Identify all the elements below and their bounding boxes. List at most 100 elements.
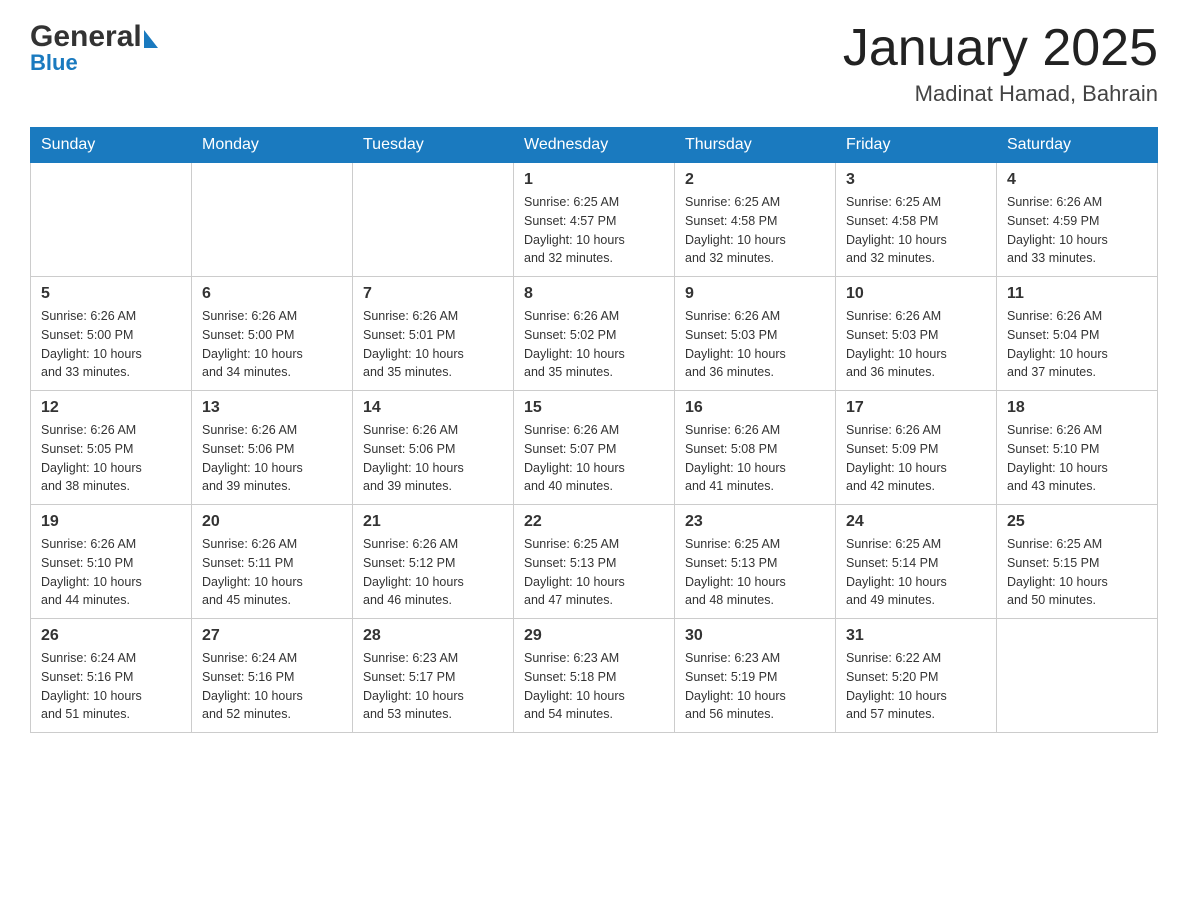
calendar-cell: 14Sunrise: 6:26 AMSunset: 5:06 PMDayligh… — [353, 391, 514, 505]
header-thursday: Thursday — [675, 128, 836, 163]
calendar-cell: 24 Sunrise: 6:25 AMSunset: 5:14 PMDayligh… — [836, 505, 997, 619]
day-number: 30 — [685, 627, 825, 645]
day-number: 18 — [1007, 399, 1147, 417]
calendar-cell: 9 Sunrise: 6:26 AMSunset: 5:03 PMDaylight… — [675, 277, 836, 391]
header-saturday: Saturday — [997, 128, 1158, 163]
logo: General Blue — [30, 20, 158, 76]
header-friday: Friday — [836, 128, 997, 163]
calendar-cell: 30Sunrise: 6:23 AMSunset: 5:19 PMDayligh… — [675, 619, 836, 733]
logo-blue-text: Blue — [30, 50, 78, 76]
header-wednesday: Wednesday — [514, 128, 675, 163]
calendar-cell: 19 Sunrise: 6:26 AMSunset: 5:10 PMDayligh… — [31, 505, 192, 619]
day-info: Sunrise: 6:23 AMSunset: 5:17 PMDaylight:… — [363, 649, 503, 724]
day-info: Sunrise: 6:26 AMSunset: 5:10 PMDaylight:… — [1007, 421, 1147, 496]
calendar-cell: 3 Sunrise: 6:25 AMSunset: 4:58 PMDaylight… — [836, 163, 997, 277]
day-number: 9 — [685, 285, 825, 303]
calendar-cell — [353, 163, 514, 277]
day-number: 7 — [363, 285, 503, 303]
day-number: 24 — [846, 513, 986, 531]
calendar-week-1: 1 Sunrise: 6:25 AMSunset: 4:57 PMDaylight… — [31, 163, 1158, 277]
logo-general-text: General — [30, 20, 142, 54]
calendar-cell — [192, 163, 353, 277]
calendar-cell: 26Sunrise: 6:24 AMSunset: 5:16 PMDayligh… — [31, 619, 192, 733]
header-tuesday: Tuesday — [353, 128, 514, 163]
calendar-cell: 16Sunrise: 6:26 AMSunset: 5:08 PMDayligh… — [675, 391, 836, 505]
day-number: 2 — [685, 171, 825, 189]
day-number: 19 — [41, 513, 181, 531]
calendar-week-3: 12 Sunrise: 6:26 AMSunset: 5:05 PMDayligh… — [31, 391, 1158, 505]
day-number: 23 — [685, 513, 825, 531]
day-number: 4 — [1007, 171, 1147, 189]
day-number: 8 — [524, 285, 664, 303]
day-info: Sunrise: 6:26 AMSunset: 5:04 PMDaylight:… — [1007, 307, 1147, 382]
day-info: Sunrise: 6:24 AMSunset: 5:16 PMDaylight:… — [41, 649, 181, 724]
title-section: January 2025 Madinat Hamad, Bahrain — [843, 20, 1158, 107]
header-sunday: Sunday — [31, 128, 192, 163]
calendar-week-4: 19 Sunrise: 6:26 AMSunset: 5:10 PMDayligh… — [31, 505, 1158, 619]
day-info: Sunrise: 6:26 AMSunset: 5:12 PMDaylight:… — [363, 535, 503, 610]
calendar-cell: 12 Sunrise: 6:26 AMSunset: 5:05 PMDayligh… — [31, 391, 192, 505]
day-info: Sunrise: 6:26 AMSunset: 5:09 PMDaylight:… — [846, 421, 986, 496]
location-title: Madinat Hamad, Bahrain — [843, 81, 1158, 107]
calendar-cell: 23 Sunrise: 6:25 AMSunset: 5:13 PMDayligh… — [675, 505, 836, 619]
day-number: 6 — [202, 285, 342, 303]
day-number: 5 — [41, 285, 181, 303]
day-info: Sunrise: 6:26 AMSunset: 5:10 PMDaylight:… — [41, 535, 181, 610]
day-number: 12 — [41, 399, 181, 417]
calendar-cell: 17 Sunrise: 6:26 AMSunset: 5:09 PMDayligh… — [836, 391, 997, 505]
day-info: Sunrise: 6:24 AMSunset: 5:16 PMDaylight:… — [202, 649, 342, 724]
day-info: Sunrise: 6:25 AMSunset: 5:14 PMDaylight:… — [846, 535, 986, 610]
day-info: Sunrise: 6:25 AMSunset: 5:13 PMDaylight:… — [524, 535, 664, 610]
day-number: 25 — [1007, 513, 1147, 531]
day-number: 21 — [363, 513, 503, 531]
month-title: January 2025 — [843, 20, 1158, 77]
calendar-cell: 20 Sunrise: 6:26 AMSunset: 5:11 PMDayligh… — [192, 505, 353, 619]
calendar-cell: 15 Sunrise: 6:26 AMSunset: 5:07 PMDayligh… — [514, 391, 675, 505]
day-info: Sunrise: 6:26 AMSunset: 5:00 PMDaylight:… — [202, 307, 342, 382]
day-number: 16 — [685, 399, 825, 417]
calendar-cell: 8 Sunrise: 6:26 AMSunset: 5:02 PMDaylight… — [514, 277, 675, 391]
day-number: 27 — [202, 627, 342, 645]
calendar-cell — [997, 619, 1158, 733]
day-info: Sunrise: 6:25 AMSunset: 4:57 PMDaylight:… — [524, 193, 664, 268]
day-info: Sunrise: 6:26 AMSunset: 5:05 PMDaylight:… — [41, 421, 181, 496]
header-monday: Monday — [192, 128, 353, 163]
calendar-cell: 13Sunrise: 6:26 AMSunset: 5:06 PMDayligh… — [192, 391, 353, 505]
calendar-cell: 18 Sunrise: 6:26 AMSunset: 5:10 PMDayligh… — [997, 391, 1158, 505]
day-number: 17 — [846, 399, 986, 417]
day-number: 1 — [524, 171, 664, 189]
calendar-cell: 29 Sunrise: 6:23 AMSunset: 5:18 PMDayligh… — [514, 619, 675, 733]
day-info: Sunrise: 6:26 AMSunset: 5:07 PMDaylight:… — [524, 421, 664, 496]
calendar-cell: 25 Sunrise: 6:25 AMSunset: 5:15 PMDayligh… — [997, 505, 1158, 619]
calendar-cell: 10 Sunrise: 6:26 AMSunset: 5:03 PMDayligh… — [836, 277, 997, 391]
day-info: Sunrise: 6:26 AMSunset: 5:06 PMDaylight:… — [202, 421, 342, 496]
calendar-cell: 6 Sunrise: 6:26 AMSunset: 5:00 PMDaylight… — [192, 277, 353, 391]
day-number: 22 — [524, 513, 664, 531]
calendar-header-row: SundayMondayTuesdayWednesdayThursdayFrid… — [31, 128, 1158, 163]
logo-arrow-icon — [144, 30, 158, 48]
day-number: 15 — [524, 399, 664, 417]
day-number: 29 — [524, 627, 664, 645]
day-number: 10 — [846, 285, 986, 303]
day-info: Sunrise: 6:26 AMSunset: 4:59 PMDaylight:… — [1007, 193, 1147, 268]
calendar-cell: 28 Sunrise: 6:23 AMSunset: 5:17 PMDayligh… — [353, 619, 514, 733]
day-number: 3 — [846, 171, 986, 189]
day-number: 20 — [202, 513, 342, 531]
day-info: Sunrise: 6:26 AMSunset: 5:00 PMDaylight:… — [41, 307, 181, 382]
day-info: Sunrise: 6:25 AMSunset: 5:15 PMDaylight:… — [1007, 535, 1147, 610]
day-info: Sunrise: 6:26 AMSunset: 5:11 PMDaylight:… — [202, 535, 342, 610]
calendar-week-2: 5 Sunrise: 6:26 AMSunset: 5:00 PMDaylight… — [31, 277, 1158, 391]
calendar-cell: 11 Sunrise: 6:26 AMSunset: 5:04 PMDayligh… — [997, 277, 1158, 391]
day-number: 31 — [846, 627, 986, 645]
day-number: 28 — [363, 627, 503, 645]
day-info: Sunrise: 6:26 AMSunset: 5:03 PMDaylight:… — [846, 307, 986, 382]
day-info: Sunrise: 6:26 AMSunset: 5:02 PMDaylight:… — [524, 307, 664, 382]
calendar-cell — [31, 163, 192, 277]
day-number: 11 — [1007, 285, 1147, 303]
day-info: Sunrise: 6:23 AMSunset: 5:18 PMDaylight:… — [524, 649, 664, 724]
calendar-cell: 1 Sunrise: 6:25 AMSunset: 4:57 PMDaylight… — [514, 163, 675, 277]
day-info: Sunrise: 6:25 AMSunset: 4:58 PMDaylight:… — [846, 193, 986, 268]
day-info: Sunrise: 6:26 AMSunset: 5:03 PMDaylight:… — [685, 307, 825, 382]
day-info: Sunrise: 6:25 AMSunset: 5:13 PMDaylight:… — [685, 535, 825, 610]
day-number: 14 — [363, 399, 503, 417]
